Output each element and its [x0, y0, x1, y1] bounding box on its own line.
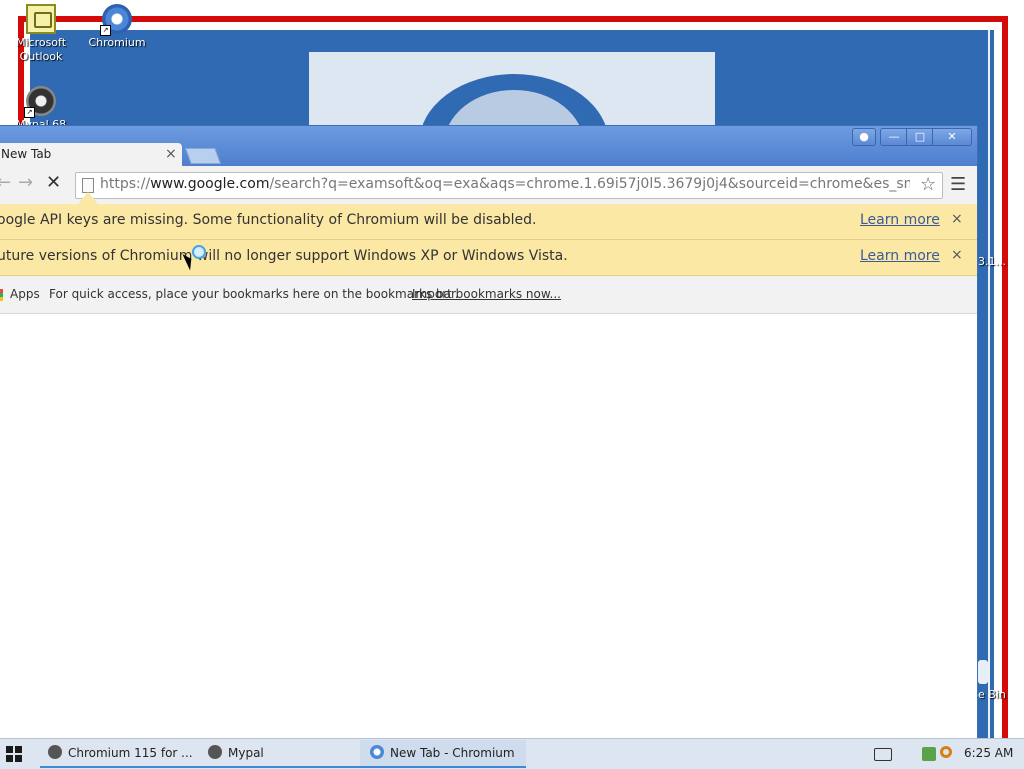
window-titlebar[interactable]: New Tab × ● — □ ✕ [0, 126, 977, 167]
new-tab-button[interactable] [185, 148, 221, 164]
windows-logo-icon [6, 746, 13, 753]
mypal-icon: ↗ [24, 86, 56, 118]
keyboard-icon[interactable] [874, 748, 892, 761]
shortcut-arrow-icon: ↗ [100, 25, 111, 36]
page-content[interactable] [0, 314, 975, 738]
url-scheme: https:// [100, 176, 151, 192]
desktop-icon-label: 3.1... [978, 255, 1006, 268]
infobar-message: uture versions of Chromium will no longe… [0, 248, 568, 264]
back-arrow-icon[interactable]: ← [0, 172, 11, 193]
infobar-xp-vista: uture versions of Chromium will no longe… [0, 240, 977, 276]
url-path: /search?q=examsoft&oq=exa&aqs=chrome.1.6… [269, 176, 910, 192]
clock[interactable]: 6:25 AM [964, 746, 1013, 760]
tab-new-tab[interactable]: New Tab × [0, 143, 182, 167]
desktop-icon-recycle-bin[interactable]: e Bin [978, 660, 1006, 701]
mypal-icon [208, 745, 222, 759]
taskbar-item-label: Chromium 115 for ... [68, 746, 193, 760]
apps-icon[interactable] [0, 289, 3, 301]
recycle-bin-icon [978, 660, 988, 684]
busy-indicator-icon [192, 245, 206, 259]
address-bar[interactable]: https://www.google.com/search?q=examsoft… [75, 172, 943, 199]
menu-icon[interactable]: ☰ [950, 174, 966, 195]
close-window-button[interactable]: ✕ [932, 128, 972, 146]
bookmarks-bar: Apps For quick access, place your bookma… [0, 276, 977, 314]
infobar-api-keys: oogle API keys are missing. Some functio… [0, 204, 977, 240]
maximize-button[interactable]: □ [906, 128, 934, 146]
taskbar-item-label: Mypal [228, 746, 264, 760]
infobar-close-icon[interactable]: × [951, 211, 963, 227]
desktop-icon-partial[interactable]: 3.1... [978, 255, 1006, 268]
chromium-window: New Tab × ● — □ ✕ ← → ✕ https://www.goog… [0, 126, 977, 738]
bookmarks-hint: For quick access, place your bookmarks h… [49, 287, 459, 301]
stop-loading-icon[interactable]: ✕ [46, 172, 61, 193]
taskbar-item-chromium-115[interactable]: Chromium 115 for ... [40, 740, 206, 768]
tab-title: New Tab [1, 147, 52, 161]
tab-close-icon[interactable]: × [165, 146, 177, 162]
taskbar: Chromium 115 for ... Mypal New Tab - Chr… [0, 738, 1024, 769]
learn-more-link[interactable]: Learn more [860, 212, 940, 228]
browser-toolbar: ← → ✕ https://www.google.com/search?q=ex… [0, 166, 977, 204]
taskbar-item-mypal[interactable]: Mypal [200, 740, 364, 768]
network-icon[interactable] [922, 747, 936, 761]
outlook-icon [26, 4, 56, 34]
page-icon [82, 178, 94, 193]
infobar-close-icon[interactable]: × [951, 247, 963, 263]
desktop-icon-chromium[interactable]: ↗ Chromium [82, 4, 152, 50]
url-host: www.google.com [150, 176, 270, 192]
infobar-pointer [78, 192, 98, 204]
search-icon[interactable] [940, 746, 952, 758]
profile-button[interactable]: ● [852, 128, 876, 146]
taskbar-item-new-tab-chromium[interactable]: New Tab - Chromium [360, 740, 526, 768]
start-button[interactable] [6, 746, 23, 763]
bookmark-star-icon[interactable]: ☆ [920, 174, 936, 195]
infobar-message: oogle API keys are missing. Some functio… [0, 212, 537, 228]
desktop-icon-label: Chromium [88, 36, 146, 49]
mypal-icon [48, 745, 62, 759]
forward-arrow-icon[interactable]: → [18, 172, 33, 193]
apps-shortcut[interactable]: Apps [10, 287, 40, 301]
import-bookmarks-link[interactable]: Import bookmarks now... [412, 287, 561, 301]
wallpaper-photo [309, 52, 715, 132]
desktop-icon-outlook[interactable]: Microsoft Outlook [6, 4, 76, 64]
shortcut-arrow-icon: ↗ [24, 107, 35, 118]
learn-more-link[interactable]: Learn more [860, 248, 940, 264]
chromium-icon [370, 745, 384, 759]
chromium-icon: ↗ [100, 4, 132, 36]
url-text[interactable]: https://www.google.com/search?q=examsoft… [100, 176, 910, 192]
taskbar-item-label: New Tab - Chromium [390, 746, 515, 760]
desktop-icon-label: e Bin [978, 688, 1006, 701]
minimize-button[interactable]: — [880, 128, 908, 146]
desktop-icon-label: Microsoft Outlook [15, 36, 67, 63]
